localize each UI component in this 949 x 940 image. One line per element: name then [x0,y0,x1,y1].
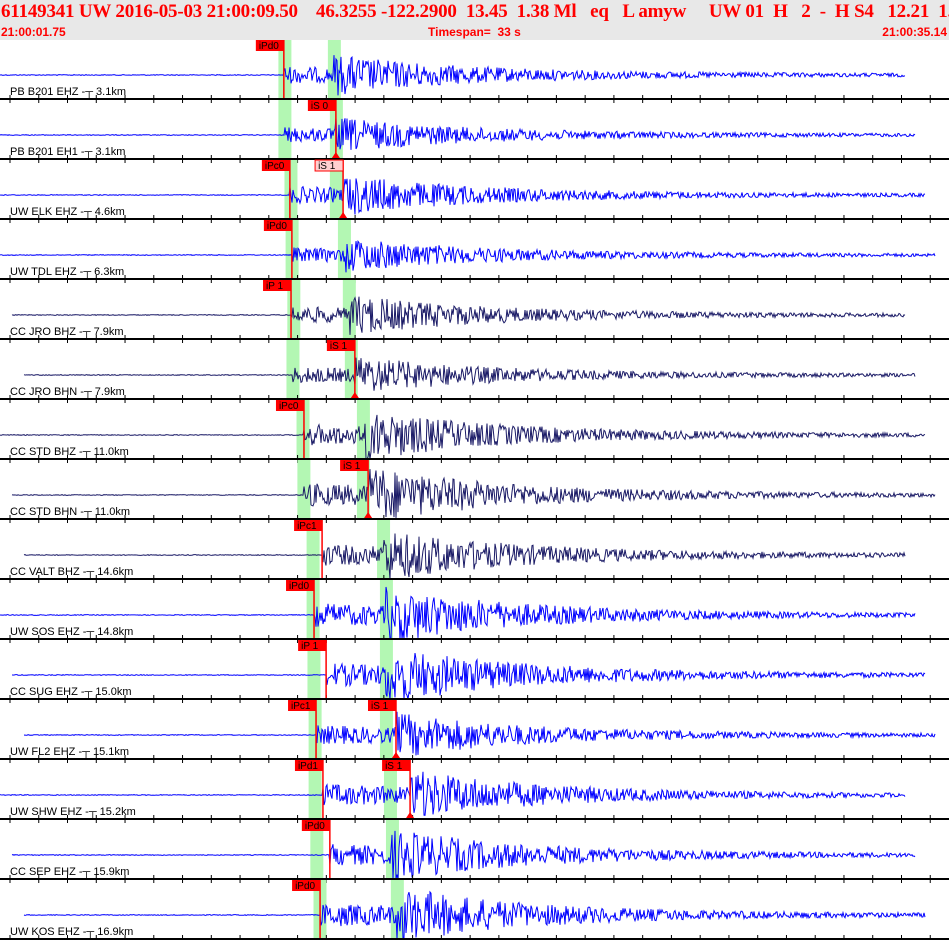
station-label: UW KOS EHZ -┬ 16.9km [10,926,133,939]
pick-label: iS 1 [330,341,348,352]
s-window [337,220,351,280]
trace-row[interactable]: CC STD BHN -┬ 11.0km iS 1 [0,460,949,523]
event-title: 61149341 UW 2016-05-03 21:00:09.50 46.32… [1,1,949,22]
waveform [0,414,926,460]
trace-row[interactable]: UW ELK EHZ -┬ 4.6km iPc0 iS 1 [0,159,949,223]
station-label: PB B201 EHZ -┬ 3.1km [10,86,126,99]
station-label: UW TDL EHZ -┬ 6.3km [10,266,124,279]
event-header: 61149341 UW 2016-05-03 21:00:09.50 46.32… [0,0,949,40]
waveform [11,830,916,880]
trace-row[interactable]: CC JRO BHN -┬ 7.9km iS 1 [0,340,949,403]
end-time: 21:00:35.14 [882,25,947,39]
trace-row[interactable]: UW TDL EHZ -┬ 6.3km iPd0 [0,220,949,283]
pick-label: iP 1 [301,641,318,652]
waveform [12,653,926,700]
p-window [286,340,300,400]
trace-row[interactable]: PB B201 EHZ -┬ 3.1km iPd0 [0,40,949,103]
waveform [23,533,906,580]
trace-row[interactable]: UW SOS EHZ -┬ 14.8km iPd0 [0,580,949,643]
trace-row[interactable]: UW SHW EHZ -┬ 15.2km iPd1 iS 1 [0,760,949,823]
trace-row[interactable]: CC STD BHZ -┬ 11.0km iPc0 [0,400,949,463]
pick-label: iPd0 [267,221,287,232]
waveform [0,586,916,640]
waveform [0,178,926,215]
start-time: 21:00:01.75 [1,25,66,39]
pick-label: iS 1 [318,161,336,172]
waveform [0,771,906,816]
waveform [23,711,936,756]
waveform [23,890,926,940]
pick-marker-icon [391,752,400,758]
pick-label: iPc1 [297,521,317,532]
waveform [11,469,936,518]
pick-label: iPd0 [295,881,315,892]
station-label: UW SOS EHZ -┬ 14.8km [10,626,133,639]
station-label: CC STD BHZ -┬ 11.0km [10,446,129,459]
trace-row[interactable]: PB B201 EH1 -┬ 3.1km iS 0 [0,100,949,163]
trace-row[interactable]: CC VALT BHZ -┬ 14.6km iPc1 [0,520,949,583]
station-label: PB B201 EH1 -┬ 3.1km [10,146,125,159]
seismogram-panel[interactable]: PB B201 EHZ -┬ 3.1km iPd0 PB B201 EH1 -┬ 3… [0,40,949,940]
waveform [11,296,906,335]
pick-label: iS 0 [311,101,329,112]
station-label: CC VALT BHZ -┬ 14.6km [10,566,133,579]
pick-label: iPc0 [265,161,285,172]
pick-label: iPc0 [279,401,299,412]
station-label: UW FL2 EHZ -┬ 15.1km [10,746,129,759]
station-label: CC JRO BHZ -┬ 7.9km [10,326,124,339]
waveform [23,357,916,391]
timespan-label: Timespan= 33 s [428,25,521,39]
station-label: CC JRO BHN -┬ 7.9km [10,386,125,399]
pick-label: iS 1 [371,701,389,712]
pick-label: iPd0 [305,821,325,832]
waveform [0,117,916,150]
station-label: CC STD BHN -┬ 11.0km [10,506,130,519]
pick-label: iS 1 [343,461,361,472]
station-label: UW SHW EHZ -┬ 15.2km [10,806,136,819]
trace-row[interactable]: CC JRO BHZ -┬ 7.9km iP 1 [0,280,949,343]
trace-row[interactable]: UW FL2 EHZ -┬ 15.1km iPc1 iS 1 [0,700,949,763]
trace-row[interactable]: UW KOS EHZ -┬ 16.9km iPd0 [0,880,949,940]
trace-row[interactable]: CC SEP EHZ -┬ 15.9km iPd0 [0,820,949,883]
station-label: CC SEP EHZ -┬ 15.9km [10,866,129,879]
pick-label: iS 1 [385,761,403,772]
pick-label: iPc1 [291,701,311,712]
station-label: CC SUG EHZ -┬ 15.0km [10,686,131,699]
pick-label: iPd1 [298,761,318,772]
waveform [0,239,936,273]
pick-label: iPd0 [259,41,279,52]
station-label: UW ELK EHZ -┬ 4.6km [10,206,125,219]
pick-label: iP 1 [266,281,283,292]
waveform [0,55,906,96]
trace-row[interactable]: CC SUG EHZ -┬ 15.0km iP 1 [0,640,949,703]
pick-p[interactable]: iP 1 [263,280,292,338]
s-window [379,640,393,700]
pick-label: iPd0 [289,581,309,592]
